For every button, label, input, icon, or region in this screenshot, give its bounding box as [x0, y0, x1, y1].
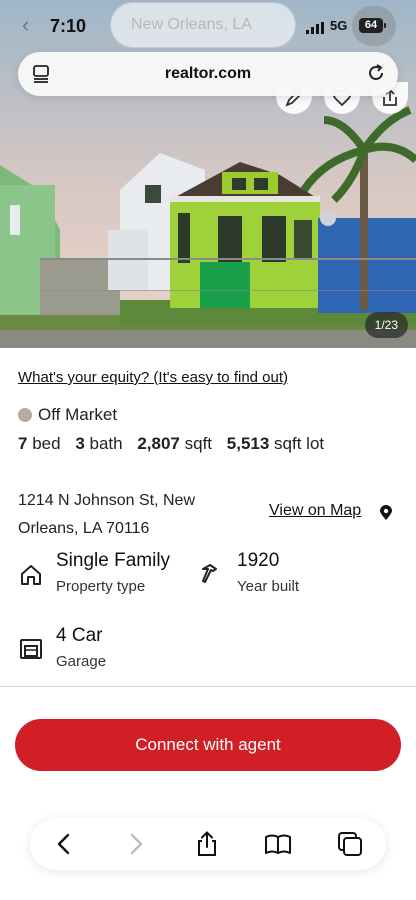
garage-label: Garage	[56, 653, 107, 670]
beds-label: bed	[32, 434, 61, 453]
share-icon[interactable]	[193, 830, 221, 858]
tabs-icon[interactable]	[336, 830, 364, 858]
lot-value: 5,513	[226, 434, 270, 453]
background-search-field: New Orleans, LA	[110, 2, 296, 48]
battery-icon: 64	[359, 18, 383, 33]
listing-status: Off Market	[18, 405, 117, 425]
url-text: realtor.com	[164, 65, 252, 82]
year-built-label: Year built	[237, 578, 299, 595]
reload-icon[interactable]	[366, 63, 386, 83]
property-type-label: Property type	[56, 578, 146, 595]
address-line-2: Orleans, LA 70116	[18, 520, 150, 537]
garage-value: 4 Car	[56, 625, 103, 646]
hammer-icon	[202, 564, 217, 583]
lot-label: sqft lot	[274, 434, 325, 453]
connect-with-agent-button[interactable]: Connect with agent	[15, 719, 401, 771]
listing-address: 1214 N Johnson St, New Orleans, LA 70116	[18, 487, 238, 543]
network-type: 5G	[330, 18, 348, 33]
year-built-value: 1920	[237, 550, 280, 571]
status-time: 7:10	[50, 16, 87, 36]
status-text: Off Market	[38, 405, 118, 424]
sqft-label: sqft	[184, 434, 213, 453]
url-bar[interactable]: realtor.com	[18, 52, 398, 96]
divider	[0, 686, 416, 687]
battery-indicator: 64	[352, 6, 396, 46]
view-on-map-link[interactable]: View on Map	[269, 502, 361, 520]
address-line-1: 1214 N Johnson St, New	[18, 492, 195, 509]
house-icon	[21, 565, 41, 585]
battery-tip	[384, 23, 386, 28]
garage-icon	[20, 639, 42, 659]
back-icon[interactable]	[50, 830, 78, 858]
status-bar: ‹ New Orleans, LA 7:10 5G 64	[0, 0, 416, 52]
property-type-value: Single Family	[56, 550, 171, 571]
sqft-value: 2,807	[137, 434, 180, 453]
browser-toolbar	[30, 818, 386, 870]
beds-value: 7	[18, 434, 28, 453]
equity-link[interactable]: What's your equity? (It's easy to find o…	[18, 369, 288, 386]
photo-counter: 1/23	[364, 312, 408, 338]
status-dot-icon	[18, 408, 32, 422]
chevron-left-icon: ‹	[22, 12, 30, 37]
background-search-text: New Orleans, LA	[131, 16, 252, 33]
signal-icon	[306, 22, 324, 34]
listing-stats: 7 bed 3 bath 2,807 sqft 5,513 sqft lot	[18, 434, 324, 454]
forward-icon[interactable]	[122, 830, 150, 858]
baths-label: bath	[89, 434, 123, 453]
map-pin-icon[interactable]	[380, 505, 392, 521]
baths-value: 3	[75, 434, 85, 453]
bookmarks-icon[interactable]	[264, 830, 292, 858]
